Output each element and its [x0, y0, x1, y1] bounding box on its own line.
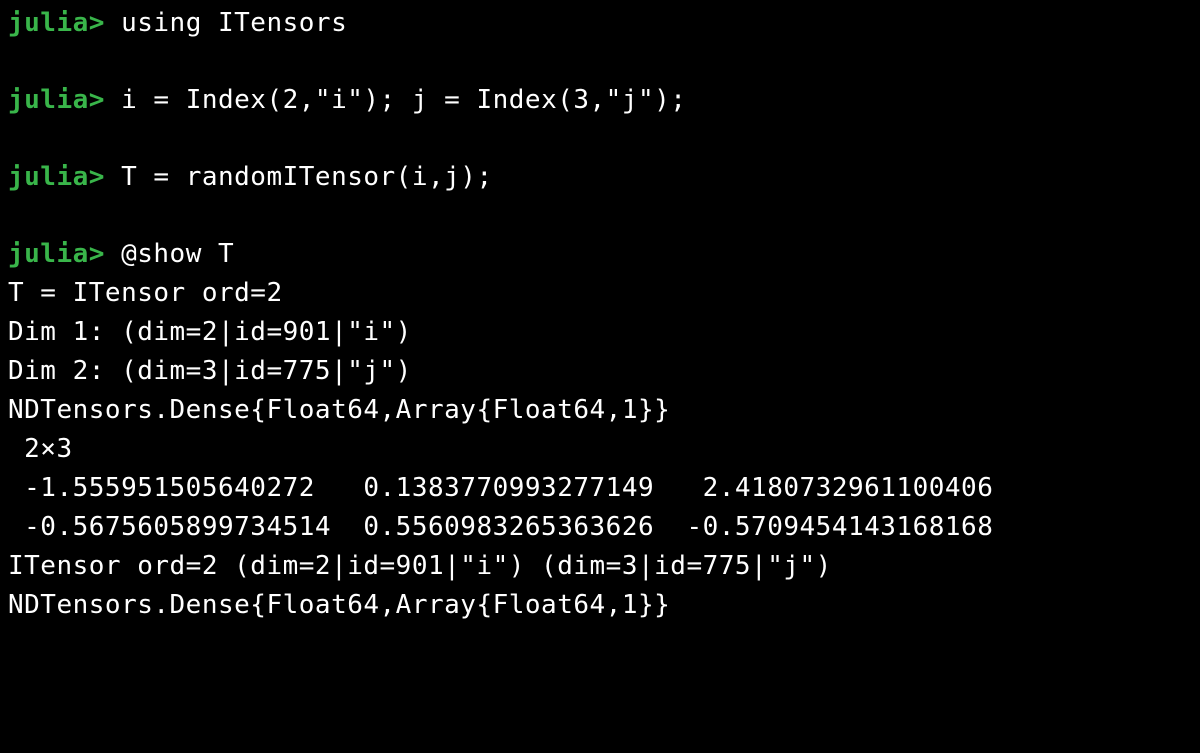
command-block-0: julia> using ITensors: [8, 4, 1192, 43]
repl-prompt: julia>: [8, 162, 105, 192]
prompt-line[interactable]: julia> using ITensors: [8, 4, 1192, 43]
output-line: T = ITensor ord=2: [8, 274, 1192, 313]
command-block-2: julia> T = randomITensor(i,j);: [8, 158, 1192, 197]
output-line: NDTensors.Dense{Float64,Array{Float64,1}…: [8, 586, 1192, 625]
output-line: NDTensors.Dense{Float64,Array{Float64,1}…: [8, 391, 1192, 430]
command-input: T = randomITensor(i,j);: [121, 162, 493, 192]
command-input: i = Index(2,"i"); j = Index(3,"j");: [121, 85, 686, 115]
output-line: -1.555951505640272 0.1383770993277149 2.…: [8, 469, 1192, 508]
prompt-line[interactable]: julia> @show T: [8, 235, 1192, 274]
prompt-line[interactable]: julia> i = Index(2,"i"); j = Index(3,"j"…: [8, 81, 1192, 120]
terminal[interactable]: julia> using ITensors julia> i = Index(2…: [8, 4, 1192, 625]
output-line: -0.5675605899734514 0.5560983265363626 -…: [8, 508, 1192, 547]
output-line: ITensor ord=2 (dim=2|id=901|"i") (dim=3|…: [8, 547, 1192, 586]
command-block-3: julia> @show T T = ITensor ord=2 Dim 1: …: [8, 235, 1192, 625]
output-line: Dim 2: (dim=3|id=775|"j"): [8, 352, 1192, 391]
repl-prompt: julia>: [8, 85, 105, 115]
command-input: @show T: [121, 239, 234, 269]
repl-prompt: julia>: [8, 239, 105, 269]
output-line: 2×3: [8, 430, 1192, 469]
output-line: Dim 1: (dim=2|id=901|"i"): [8, 313, 1192, 352]
command-input: using ITensors: [121, 8, 347, 38]
repl-prompt: julia>: [8, 8, 105, 38]
command-block-1: julia> i = Index(2,"i"); j = Index(3,"j"…: [8, 81, 1192, 120]
prompt-line[interactable]: julia> T = randomITensor(i,j);: [8, 158, 1192, 197]
